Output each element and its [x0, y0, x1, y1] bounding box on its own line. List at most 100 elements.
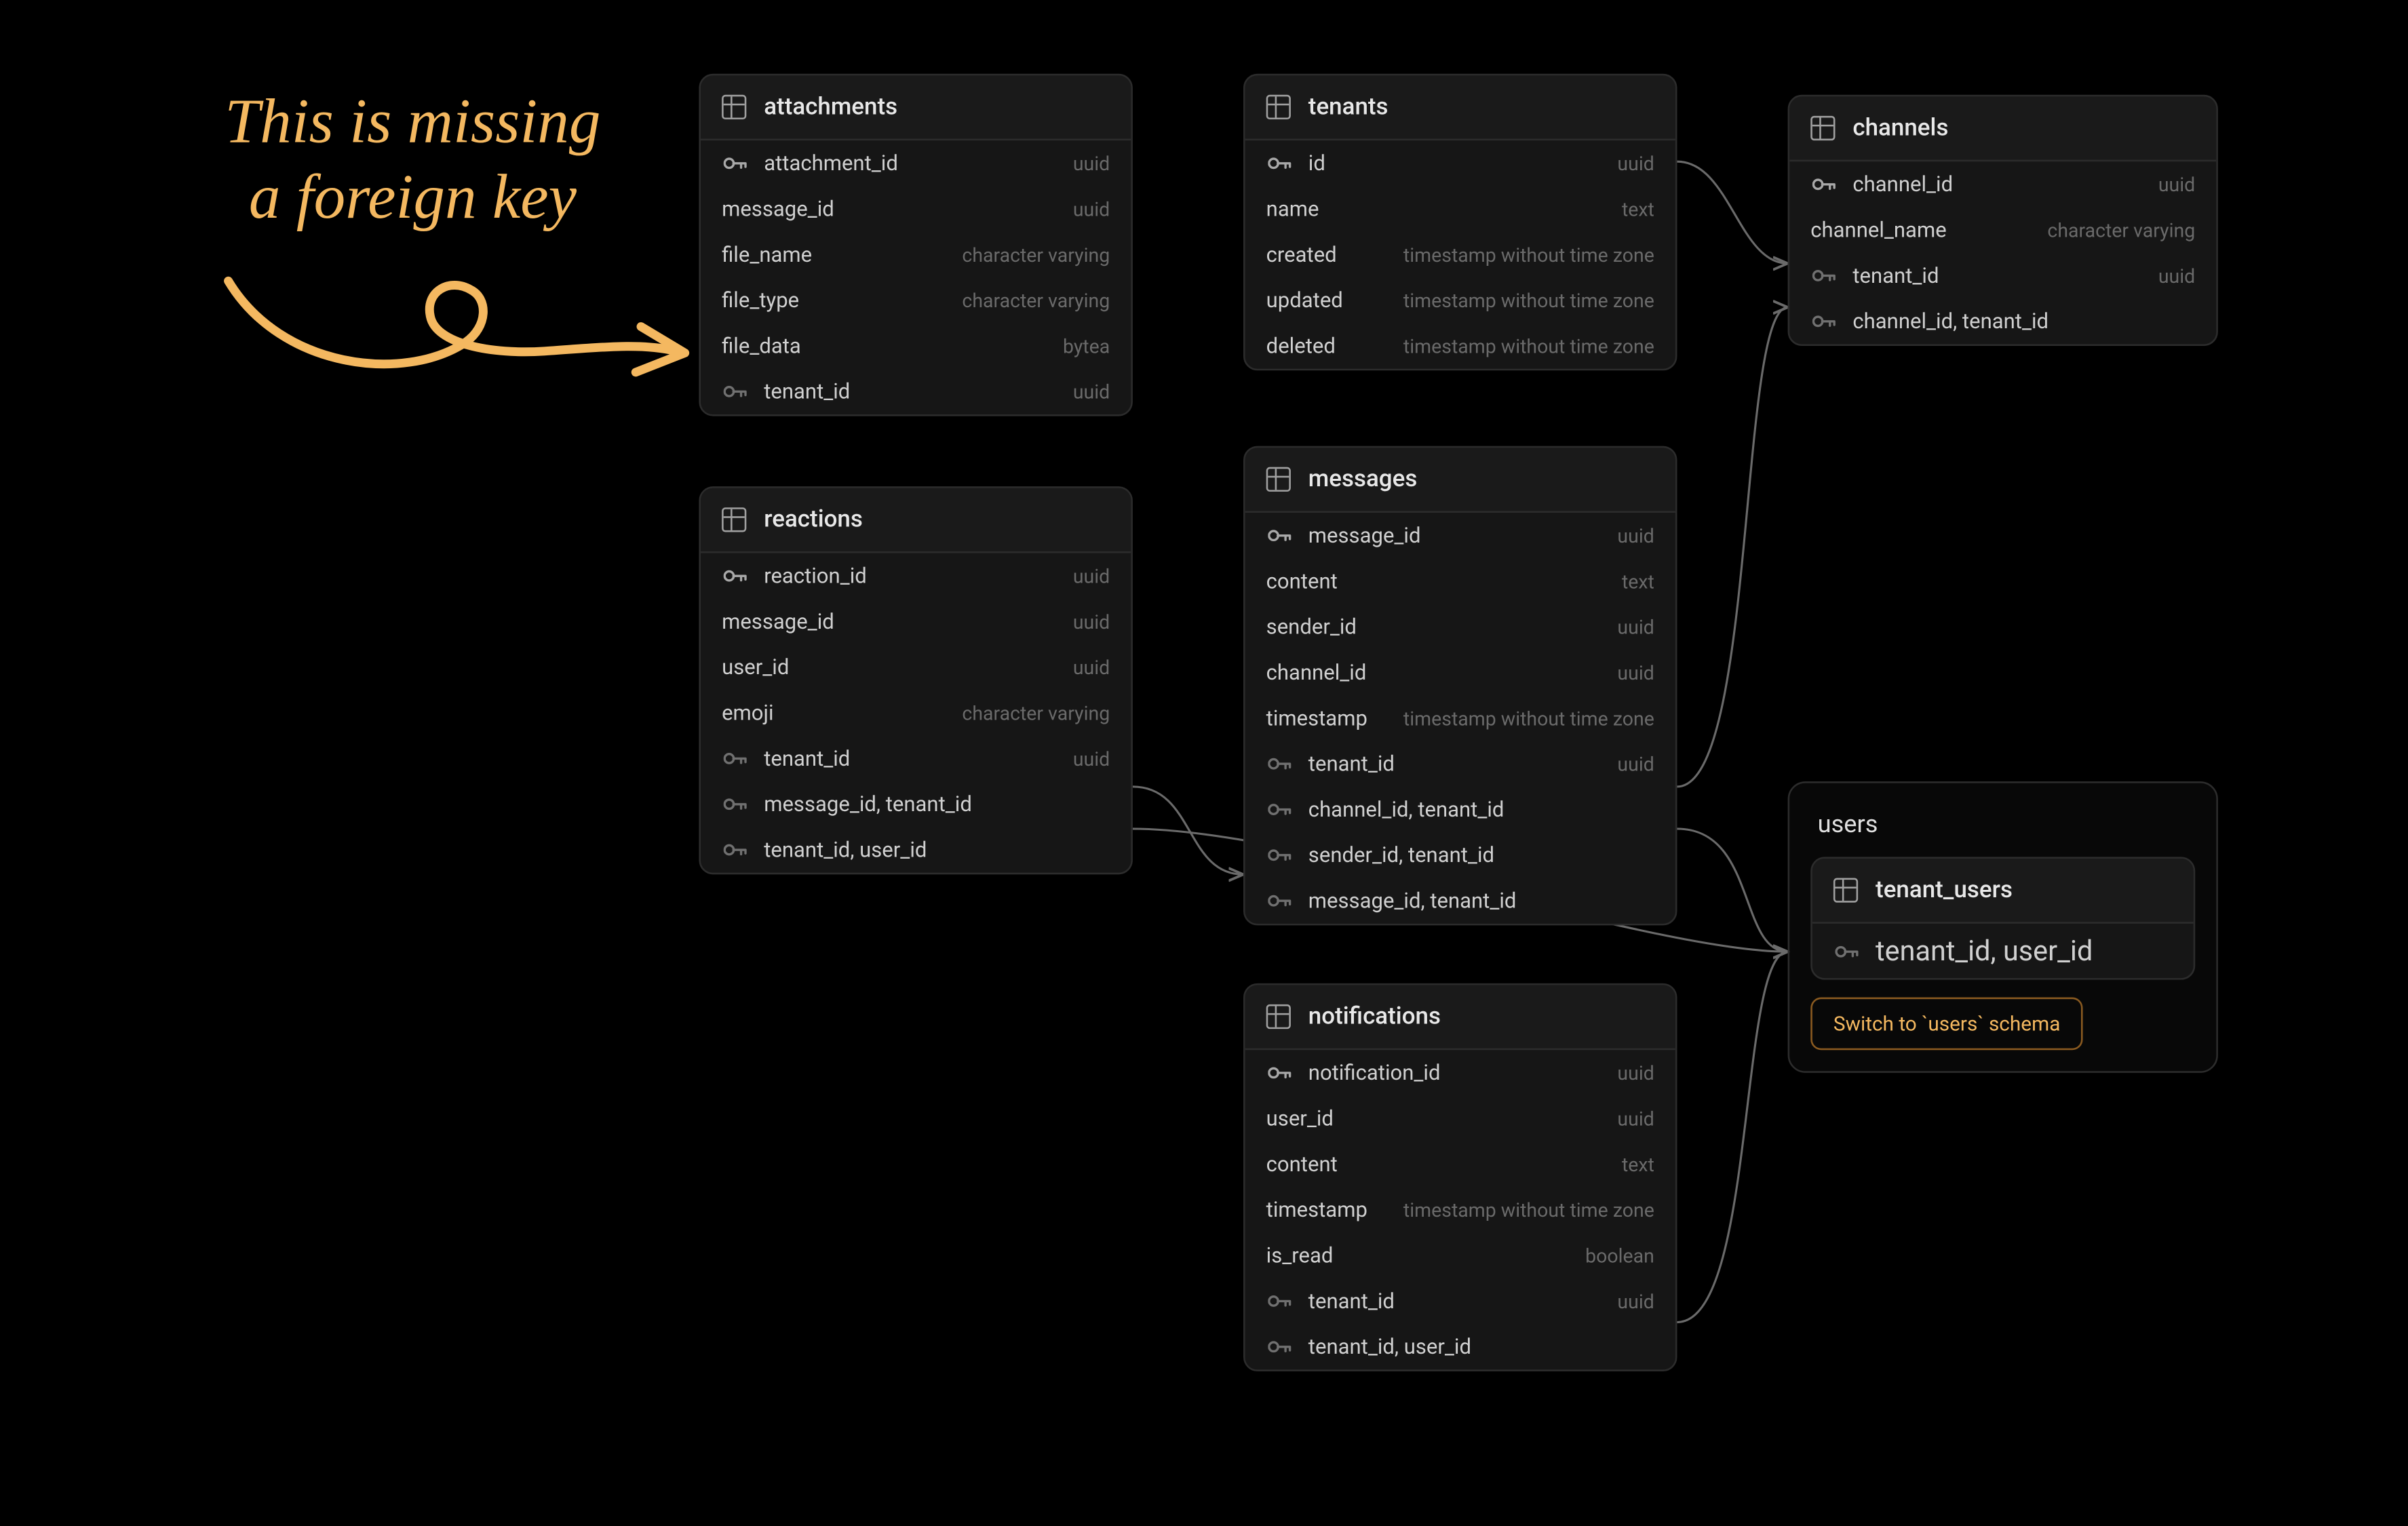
- table-title: tenants: [1308, 93, 1389, 121]
- column-name: message_id, tenant_id: [764, 792, 1110, 817]
- column-row[interactable]: content text: [1245, 558, 1675, 604]
- column-row[interactable]: tenant_id uuid: [701, 736, 1131, 781]
- column-row[interactable]: tenant_id, user_id: [701, 827, 1131, 872]
- column-row[interactable]: user_id uuid: [1245, 1096, 1675, 1141]
- column-name: is_read: [1266, 1243, 1572, 1268]
- column-row[interactable]: channel_name character varying: [1789, 208, 2216, 253]
- column-row[interactable]: created timestamp without time zone: [1245, 232, 1675, 277]
- foreign-key-icon: [1266, 801, 1294, 819]
- column-row[interactable]: channel_id, tenant_id: [1245, 787, 1675, 832]
- column-type: uuid: [1617, 661, 1654, 684]
- table-tenant-users[interactable]: tenant_users tenant_id, user_id: [1810, 857, 2195, 979]
- column-row[interactable]: reaction_id uuid: [701, 553, 1131, 599]
- column-type: text: [1622, 570, 1654, 593]
- column-row[interactable]: message_id, tenant_id: [701, 781, 1131, 827]
- key-icon: [1268, 527, 1292, 545]
- foreign-key-icon: [1266, 892, 1294, 909]
- column-row[interactable]: id uuid: [1245, 140, 1675, 186]
- column-name: created: [1266, 242, 1390, 267]
- column-row[interactable]: name text: [1245, 186, 1675, 231]
- column-row[interactable]: is_read boolean: [1245, 1232, 1675, 1278]
- column-row[interactable]: emoji character varying: [701, 690, 1131, 735]
- column-row[interactable]: timestamp timestamp without time zone: [1245, 1187, 1675, 1232]
- column-row[interactable]: timestamp timestamp without time zone: [1245, 695, 1675, 741]
- column-row[interactable]: channel_id uuid: [1789, 161, 2216, 207]
- column-name: tenant_id, user_id: [764, 838, 1110, 862]
- schema-group-users[interactable]: users tenant_users tenant_id, user_id Sw…: [1788, 781, 2218, 1073]
- column-name: content: [1266, 1152, 1608, 1176]
- column-name: id: [1308, 151, 1604, 176]
- column-type: uuid: [1617, 1107, 1654, 1130]
- column-name: message_id: [722, 609, 1059, 633]
- column-name: notification_id: [1308, 1061, 1604, 1085]
- table-body: attachment_id uuid message_id uuid file_…: [701, 140, 1131, 414]
- switch-schema-button[interactable]: Switch to `users` schema: [1810, 998, 2083, 1051]
- table-header[interactable]: attachments: [701, 75, 1131, 140]
- column-row[interactable]: content text: [1245, 1141, 1675, 1187]
- primary-key-icon: [1810, 176, 1838, 193]
- table-channels[interactable]: channels channel_id uuid channel_name ch…: [1788, 95, 2218, 346]
- column-row[interactable]: notification_id uuid: [1245, 1050, 1675, 1095]
- column-row[interactable]: attachment_id uuid: [701, 140, 1131, 186]
- column-row[interactable]: user_id uuid: [701, 644, 1131, 690]
- column-row[interactable]: tenant_id uuid: [1245, 741, 1675, 787]
- table-notifications[interactable]: notifications notification_id uuid user_…: [1243, 983, 1677, 1371]
- column-name: timestamp: [1266, 1198, 1390, 1222]
- column-row[interactable]: tenant_id, user_id: [1245, 1324, 1675, 1369]
- column-name: channel_id: [1852, 172, 2144, 197]
- table-header[interactable]: notifications: [1245, 985, 1675, 1050]
- column-row[interactable]: updated timestamp without time zone: [1245, 277, 1675, 323]
- column-row[interactable]: file_data bytea: [701, 323, 1131, 368]
- table-messages[interactable]: messages message_id uuid content text se…: [1243, 446, 1677, 926]
- column-row[interactable]: file_name character varying: [701, 232, 1131, 277]
- key-icon: [724, 841, 748, 859]
- column-row[interactable]: message_id uuid: [701, 599, 1131, 644]
- key-icon: [1268, 1293, 1292, 1310]
- column-row[interactable]: channel_id uuid: [1245, 650, 1675, 695]
- column-row[interactable]: tenant_id, user_id: [1812, 924, 2194, 978]
- column-type: boolean: [1585, 1244, 1654, 1267]
- table-title: messages: [1308, 465, 1418, 493]
- table-header[interactable]: channels: [1789, 96, 2216, 161]
- table-body: notification_id uuid user_id uuid conten…: [1245, 1050, 1675, 1369]
- column-name: sender_id, tenant_id: [1308, 843, 1654, 867]
- column-row[interactable]: file_type character varying: [701, 277, 1131, 323]
- column-type: character varying: [2047, 218, 2195, 241]
- column-type: uuid: [1073, 656, 1110, 679]
- column-type: uuid: [1617, 752, 1654, 775]
- column-row[interactable]: sender_id uuid: [1245, 604, 1675, 650]
- key-icon: [1268, 155, 1292, 172]
- column-row[interactable]: deleted timestamp without time zone: [1245, 323, 1675, 368]
- column-type: uuid: [1073, 747, 1110, 770]
- primary-key-icon: [722, 155, 750, 172]
- column-name: message_id: [1308, 524, 1604, 548]
- column-type: timestamp without time zone: [1403, 334, 1654, 357]
- table-tenants[interactable]: tenants id uuid name text created timest…: [1243, 74, 1677, 371]
- key-icon: [1268, 755, 1292, 772]
- column-row[interactable]: tenant_id uuid: [701, 369, 1131, 414]
- table-title: notifications: [1308, 1002, 1441, 1030]
- column-name: tenant_id, user_id: [1876, 934, 2173, 967]
- key-icon: [724, 796, 748, 813]
- column-row[interactable]: message_id uuid: [701, 186, 1131, 231]
- column-name: attachment_id: [764, 151, 1059, 176]
- table-body: message_id uuid content text sender_id u…: [1245, 513, 1675, 924]
- column-type: uuid: [1073, 380, 1110, 404]
- column-name: updated: [1266, 288, 1390, 313]
- table-header[interactable]: tenants: [1245, 75, 1675, 140]
- column-row[interactable]: channel_id, tenant_id: [1789, 298, 2216, 344]
- column-row[interactable]: tenant_id uuid: [1245, 1278, 1675, 1324]
- table-reactions[interactable]: reactions reaction_id uuid message_id uu…: [699, 486, 1132, 874]
- column-row[interactable]: sender_id, tenant_id: [1245, 832, 1675, 878]
- table-header[interactable]: reactions: [701, 488, 1131, 553]
- column-row[interactable]: message_id uuid: [1245, 513, 1675, 558]
- table-attachments[interactable]: attachments attachment_id uuid message_i…: [699, 74, 1132, 416]
- table-header[interactable]: messages: [1245, 448, 1675, 513]
- column-row[interactable]: tenant_id uuid: [1789, 253, 2216, 298]
- column-name: user_id: [1266, 1106, 1604, 1131]
- column-row[interactable]: message_id, tenant_id: [1245, 878, 1675, 924]
- table-header[interactable]: tenant_users: [1812, 859, 2194, 924]
- key-icon: [1836, 942, 1860, 960]
- column-type: bytea: [1063, 334, 1110, 357]
- table-title: reactions: [764, 506, 863, 534]
